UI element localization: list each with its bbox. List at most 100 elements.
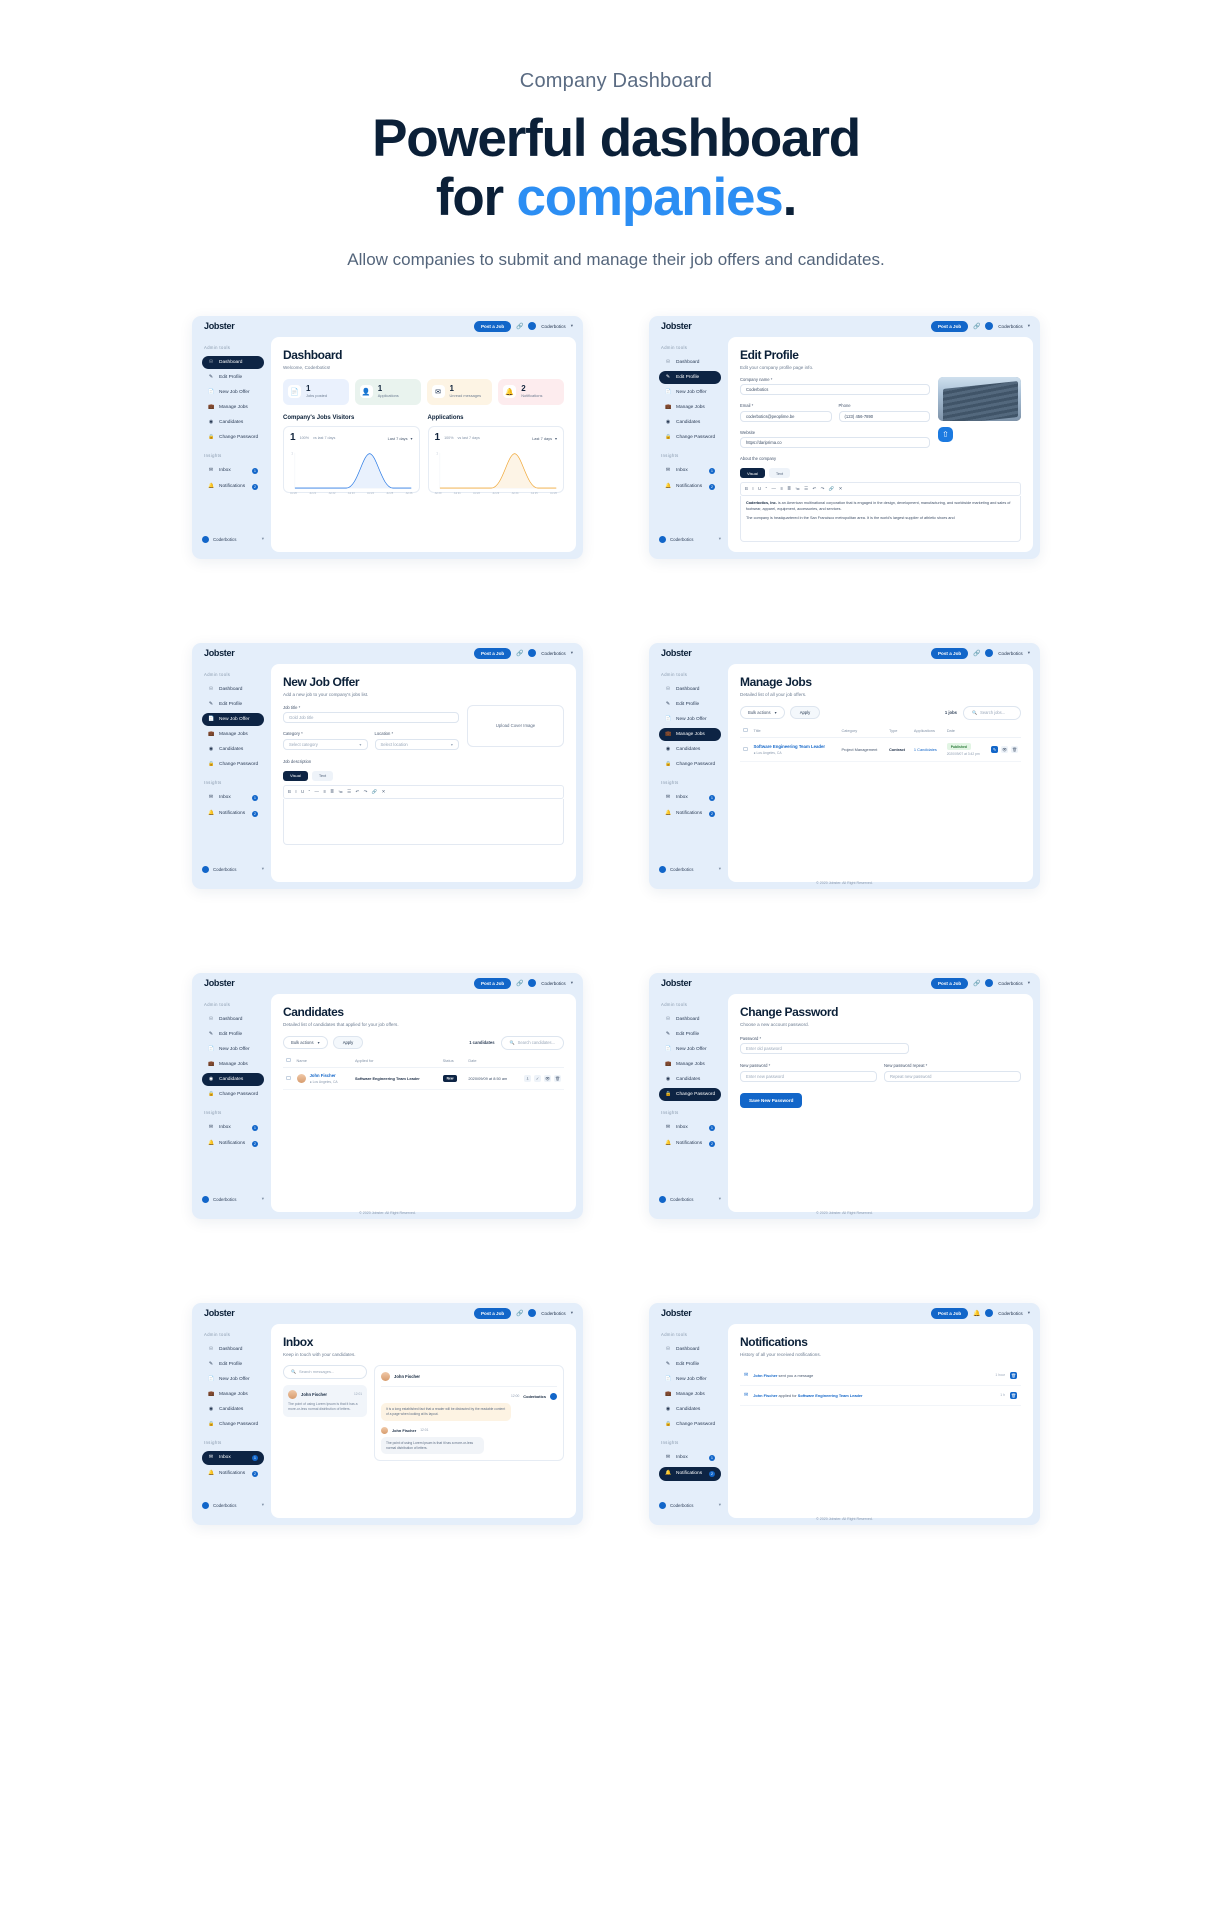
- website-field[interactable]: https://dariprima.co: [740, 437, 930, 449]
- avatar[interactable]: [985, 649, 994, 658]
- chevron-down-icon[interactable]: ▾: [1028, 323, 1030, 329]
- sidebar-item-manage-jobs[interactable]: 💼 Manage Jobs: [659, 401, 721, 414]
- sidebar-item-new-job-offer[interactable]: 📄 New Job Offer: [202, 712, 264, 726]
- email-field[interactable]: coderbotics@peoplime.be: [740, 410, 832, 422]
- upload-icon[interactable]: ⇧: [938, 426, 953, 442]
- sidebar-item-manage-jobs[interactable]: 💼 Manage Jobs: [659, 1388, 721, 1401]
- search-input[interactable]: 🔍 Search candidates...: [500, 1035, 564, 1050]
- list-item[interactable]: ✉ John Fischer sent you a message 1 hour…: [740, 1366, 1021, 1386]
- sidebar-account[interactable]: Coderbotics ▾: [202, 1501, 264, 1509]
- category-select[interactable]: Select category ▾: [283, 738, 368, 750]
- phone-field[interactable]: (123) 456-7890: [838, 410, 930, 422]
- view-icon[interactable]: 👁: [1001, 745, 1008, 753]
- sidebar-item-edit-profile[interactable]: ✎ Edit Profile: [202, 1358, 264, 1371]
- chevron-down-icon[interactable]: ▾: [571, 1310, 573, 1316]
- job-title-link[interactable]: Software Engineering Team Leader: [754, 744, 836, 750]
- chart-range-select[interactable]: Last 7 days ▾: [532, 436, 557, 441]
- download-icon[interactable]: ⇩: [524, 1074, 531, 1082]
- sidebar-item-dashboard[interactable]: ☉ Dashboard: [659, 1343, 721, 1356]
- post-a-job-button[interactable]: Post a Job: [930, 977, 969, 989]
- current-password-input[interactable]: Enter old password: [740, 1043, 909, 1055]
- apply-button[interactable]: Apply: [332, 1036, 364, 1050]
- post-a-job-button[interactable]: Post a Job: [473, 320, 512, 332]
- checkbox[interactable]: [743, 746, 748, 752]
- sidebar-item-notifications[interactable]: 🔔 Notifications 2: [659, 480, 721, 494]
- sidebar-item-candidates[interactable]: ◉ Candidates: [202, 416, 264, 429]
- avatar[interactable]: [528, 979, 537, 988]
- sidebar-item-dashboard[interactable]: ☉ Dashboard: [659, 1013, 721, 1026]
- avatar[interactable]: [528, 1309, 537, 1318]
- link-icon[interactable]: 🔗: [516, 323, 523, 330]
- sidebar-item-candidates[interactable]: ◉ Candidates: [659, 416, 721, 429]
- sidebar-account[interactable]: Coderbotics ▾: [202, 1195, 264, 1203]
- bulk-actions-select[interactable]: Bulk actions ▾: [283, 1036, 328, 1050]
- avatar[interactable]: [528, 322, 537, 331]
- sidebar-item-edit-profile[interactable]: ✎ Edit Profile: [659, 698, 721, 711]
- sidebar-item-notifications[interactable]: 🔔 Notifications 2: [202, 480, 264, 494]
- post-a-job-button[interactable]: Post a Job: [473, 977, 512, 989]
- sidebar-item-inbox[interactable]: ✉ Inbox 1: [202, 464, 264, 478]
- avatar[interactable]: [985, 979, 994, 988]
- sidebar-item-edit-profile[interactable]: ✎ Edit Profile: [202, 1028, 264, 1041]
- chevron-down-icon[interactable]: ▾: [1028, 980, 1030, 986]
- sidebar-item-inbox[interactable]: ✉ Inbox 1: [659, 1121, 721, 1135]
- sidebar-item-notifications[interactable]: 🔔 Notifications 2: [202, 807, 264, 821]
- sidebar-item-edit-profile[interactable]: ✎ Edit Profile: [659, 1358, 721, 1371]
- checkbox[interactable]: [286, 1057, 291, 1063]
- tab-text[interactable]: Text: [768, 468, 791, 479]
- sidebar-item-inbox[interactable]: ✉ Inbox 1: [202, 1450, 264, 1465]
- select-all-header[interactable]: [283, 1057, 294, 1069]
- sidebar-item-new-job-offer[interactable]: 📄 New Job Offer: [659, 1373, 721, 1386]
- chevron-down-icon[interactable]: ▾: [1028, 650, 1030, 656]
- sidebar-account[interactable]: Coderbotics ▾: [659, 865, 721, 873]
- link-icon[interactable]: 🔗: [973, 650, 980, 657]
- user-menu-label[interactable]: Coderbotics: [998, 324, 1023, 329]
- sidebar-item-edit-profile[interactable]: ✎ Edit Profile: [202, 371, 264, 384]
- post-a-job-button[interactable]: Post a Job: [473, 1307, 512, 1319]
- search-input[interactable]: 🔍 Search jobs...: [963, 705, 1021, 720]
- sidebar-item-new-job-offer[interactable]: 📄 New Job Offer: [659, 713, 721, 726]
- sidebar-item-manage-jobs[interactable]: 💼 Manage Jobs: [202, 401, 264, 414]
- sidebar-item-edit-profile[interactable]: ✎ Edit Profile: [659, 370, 721, 384]
- sidebar-item-manage-jobs[interactable]: 💼 Manage Jobs: [202, 1388, 264, 1401]
- chevron-down-icon[interactable]: ▾: [571, 650, 573, 656]
- user-menu-label[interactable]: Coderbotics: [541, 324, 566, 329]
- sidebar-item-change-password[interactable]: 🔒 Change Password: [202, 1088, 264, 1101]
- sidebar-account[interactable]: Coderbotics ▾: [202, 535, 264, 543]
- bell-icon[interactable]: 🔔: [973, 1310, 980, 1317]
- avatar[interactable]: [528, 649, 537, 658]
- upload-cover-image-button[interactable]: Upload Cover Image: [467, 704, 564, 747]
- sidebar-item-new-job-offer[interactable]: 📄 New Job Offer: [202, 386, 264, 399]
- table-row[interactable]: Software Engineering Team Leader ● Los A…: [740, 737, 1021, 762]
- job-description-editor[interactable]: [283, 798, 564, 845]
- user-menu-label[interactable]: Coderbotics: [541, 1311, 566, 1316]
- sidebar-account[interactable]: Coderbotics ▾: [659, 1501, 721, 1509]
- sidebar-item-candidates[interactable]: ◉ Candidates: [659, 743, 721, 756]
- avatar[interactable]: [985, 322, 994, 331]
- post-a-job-button[interactable]: Post a Job: [930, 647, 969, 659]
- tab-visual[interactable]: Visual: [283, 770, 308, 781]
- repeat-password-input[interactable]: Repeat new password: [884, 1070, 1021, 1082]
- sidebar-item-candidates[interactable]: ◉ Candidates: [659, 1403, 721, 1416]
- edit-icon[interactable]: ✎: [991, 745, 998, 753]
- post-a-job-button[interactable]: Post a Job: [473, 647, 512, 659]
- sidebar-item-new-job-offer[interactable]: 📄 New Job Offer: [202, 1373, 264, 1386]
- sidebar-item-notifications[interactable]: 🔔 Notifications 2: [202, 1467, 264, 1481]
- tab-visual[interactable]: Visual: [740, 468, 765, 479]
- user-menu-label[interactable]: Coderbotics: [541, 651, 566, 656]
- avatar[interactable]: [985, 1309, 994, 1318]
- sidebar-item-candidates[interactable]: ◉ Candidates: [202, 743, 264, 756]
- sidebar-item-inbox[interactable]: ✉ Inbox 1: [659, 1451, 721, 1465]
- applications-link[interactable]: 1 Candidates: [914, 747, 937, 752]
- sidebar-item-change-password[interactable]: 🔒 Change Password: [659, 758, 721, 771]
- sidebar-item-new-job-offer[interactable]: 📄 New Job Offer: [659, 1043, 721, 1056]
- sidebar-item-notifications[interactable]: 🔔 Notifications 2: [659, 807, 721, 821]
- sidebar-item-new-job-offer[interactable]: 📄 New Job Offer: [659, 386, 721, 399]
- row-checkbox-cell[interactable]: [283, 1067, 294, 1090]
- location-select[interactable]: Select location ▾: [374, 738, 459, 750]
- sidebar-item-manage-jobs[interactable]: 💼 Manage Jobs: [202, 1058, 264, 1071]
- link-icon[interactable]: 🔗: [516, 650, 523, 657]
- check-icon[interactable]: ✓: [534, 1074, 541, 1082]
- select-all-header[interactable]: [740, 727, 751, 739]
- sidebar-item-change-password[interactable]: 🔒 Change Password: [659, 1087, 721, 1101]
